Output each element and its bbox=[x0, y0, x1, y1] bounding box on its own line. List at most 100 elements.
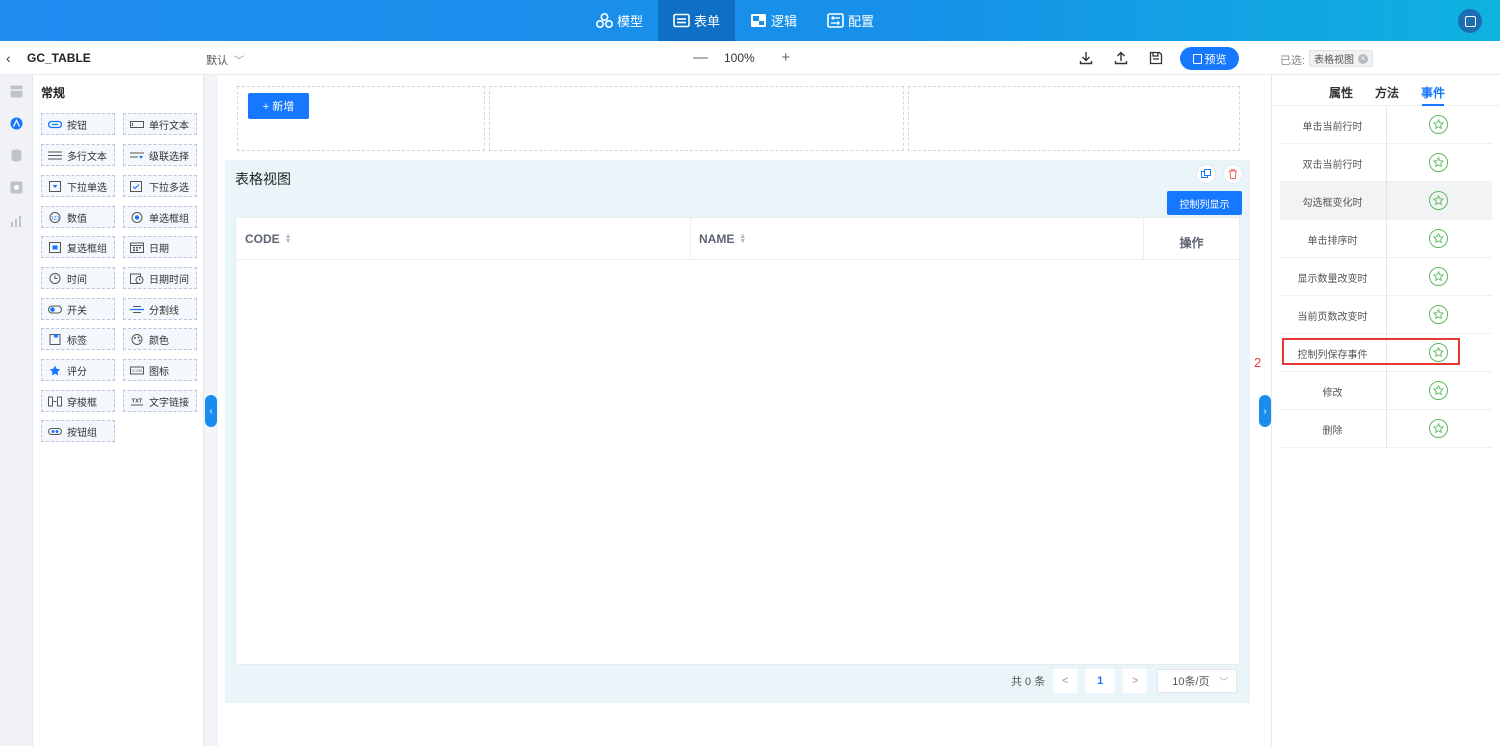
palette-item-button-group[interactable]: 按钮组 bbox=[41, 420, 115, 442]
delete-button[interactable] bbox=[1223, 164, 1243, 184]
event-divider bbox=[1386, 258, 1387, 296]
palette-item-label: 标签 bbox=[67, 335, 87, 347]
palette-item-time[interactable]: 时间 bbox=[41, 267, 115, 289]
event-row[interactable]: 勾选框变化时 bbox=[1280, 182, 1492, 220]
event-handler-icon[interactable] bbox=[1429, 381, 1448, 400]
column-header-name[interactable]: NAME ▲ ▼ bbox=[699, 218, 746, 260]
collapse-left-button[interactable]: ‹ bbox=[205, 395, 217, 427]
event-row[interactable]: 单击排序时 bbox=[1280, 220, 1492, 258]
palette-item-multi-line[interactable]: 多行文本 bbox=[41, 144, 115, 166]
component-icon[interactable] bbox=[10, 117, 23, 130]
palette-item-single-line[interactable]: 单行文本 bbox=[123, 113, 197, 135]
layout-slot[interactable] bbox=[489, 86, 904, 151]
sort-icon[interactable]: ▲ ▼ bbox=[285, 233, 292, 245]
palette-item-label: 开关 bbox=[67, 305, 87, 317]
nav-tab-config[interactable]: 配置 bbox=[812, 0, 889, 41]
palette-item-button[interactable]: 按钮 bbox=[41, 113, 115, 135]
nav-tab-logic[interactable]: 逻辑 bbox=[735, 0, 812, 41]
palette-item-label: 图标 bbox=[149, 366, 169, 378]
form-icon bbox=[673, 13, 690, 28]
radio-icon bbox=[131, 211, 143, 223]
palette-item-label: 按钮 bbox=[67, 120, 87, 132]
setting-icon[interactable] bbox=[10, 181, 23, 194]
nav-tab-form[interactable]: 表单 bbox=[658, 0, 736, 41]
event-handler-icon[interactable] bbox=[1429, 267, 1448, 286]
nav-tabs: 模型 表单 逻辑 配置 bbox=[581, 0, 889, 41]
square-icon bbox=[1464, 15, 1476, 27]
divider-icon bbox=[130, 305, 144, 313]
event-handler-icon[interactable] bbox=[1429, 229, 1448, 248]
page-number[interactable]: 1 bbox=[1085, 669, 1116, 693]
prev-page-button[interactable]: < bbox=[1053, 669, 1078, 693]
chart-icon[interactable] bbox=[10, 215, 23, 228]
table-title: 表格视图 bbox=[235, 171, 291, 187]
chevron-right-icon: › bbox=[1263, 405, 1267, 417]
tab-methods[interactable]: 方法 bbox=[1375, 84, 1399, 101]
upload-icon[interactable] bbox=[1114, 51, 1128, 65]
palette-item-select[interactable]: 下拉单选 bbox=[41, 175, 115, 197]
next-page-button[interactable]: > bbox=[1123, 669, 1148, 693]
nav-tab-label: 表单 bbox=[694, 14, 721, 29]
event-row[interactable]: 单击当前行时 bbox=[1280, 106, 1492, 144]
copy-button[interactable] bbox=[1196, 164, 1216, 184]
control-columns-button[interactable]: 控制列显示 bbox=[1167, 191, 1242, 215]
palette-item-divider[interactable]: 分割线 bbox=[123, 298, 197, 320]
event-handler-icon[interactable] bbox=[1429, 191, 1448, 210]
add-button[interactable]: + 新增 bbox=[248, 93, 309, 119]
chevron-down-icon: ﹀ bbox=[1219, 676, 1229, 687]
zoom-level: 100% bbox=[724, 50, 755, 65]
palette-item-radio[interactable]: 单选框组 bbox=[123, 206, 197, 228]
layout-slot[interactable]: + 新增 bbox=[237, 86, 485, 151]
tab-events[interactable]: 事件 bbox=[1421, 84, 1445, 101]
layout-icon[interactable] bbox=[10, 85, 23, 98]
window-button[interactable] bbox=[1458, 9, 1482, 33]
palette-item-rate[interactable]: 评分 bbox=[41, 359, 115, 381]
event-row[interactable]: 删除 bbox=[1280, 410, 1492, 448]
event-handler-icon[interactable] bbox=[1429, 419, 1448, 438]
palette-item-color[interactable]: 颜色 bbox=[123, 328, 197, 350]
event-handler-icon[interactable] bbox=[1429, 305, 1448, 324]
model-icon bbox=[596, 13, 613, 28]
palette-item-transfer[interactable]: 穿梭框 bbox=[41, 390, 115, 412]
back-icon[interactable]: ‹ bbox=[6, 50, 11, 66]
palette-item-datetime[interactable]: 日期时间 bbox=[123, 267, 197, 289]
version-select[interactable]: 默认 ﹀ bbox=[206, 52, 244, 68]
palette-item-tag[interactable]: 标签 bbox=[41, 328, 115, 350]
palette-item-icon[interactable]: ICON 图标 bbox=[123, 359, 197, 381]
palette-heading: 常规 bbox=[41, 86, 66, 100]
event-handler-icon[interactable] bbox=[1429, 115, 1448, 134]
sort-icon[interactable]: ▲ ▼ bbox=[739, 233, 746, 245]
download-icon[interactable] bbox=[1079, 51, 1093, 65]
palette-item-cascader[interactable]: 级联选择 bbox=[123, 144, 197, 166]
tab-properties[interactable]: 属性 bbox=[1329, 84, 1353, 101]
palette-item-checkbox[interactable]: 复选框组 bbox=[41, 236, 115, 258]
event-handler-icon[interactable] bbox=[1429, 153, 1448, 172]
collapse-right-button[interactable]: › bbox=[1259, 395, 1271, 427]
button-group-icon bbox=[48, 427, 62, 435]
palette-item-text-link[interactable]: TXT 文字链接 bbox=[123, 390, 197, 412]
preview-button[interactable]: 预览 bbox=[1180, 47, 1239, 70]
close-icon[interactable]: × bbox=[1358, 53, 1368, 64]
event-row[interactable]: 显示数量改变时 bbox=[1280, 258, 1492, 296]
palette-item-date[interactable]: 日期 bbox=[123, 236, 197, 258]
table-view-panel[interactable]: 表格视图 控制列显示 CODE ▲ ▼ NAME ▲ ▼ 操作 bbox=[225, 160, 1250, 703]
event-row[interactable]: 当前页数改变时 bbox=[1280, 296, 1492, 334]
preview-label: 预览 bbox=[1204, 53, 1227, 66]
save-icon[interactable] bbox=[1149, 51, 1163, 65]
palette-item-multi-select[interactable]: 下拉多选 bbox=[123, 175, 197, 197]
database-icon[interactable] bbox=[10, 149, 23, 162]
rate-icon bbox=[49, 365, 61, 375]
layout-slot[interactable] bbox=[908, 86, 1240, 151]
column-header-code[interactable]: CODE ▲ ▼ bbox=[245, 218, 292, 260]
zoom-out-button[interactable]: — bbox=[693, 49, 708, 66]
palette-item-switch[interactable]: 开关 bbox=[41, 298, 115, 320]
zoom-in-button[interactable]: + bbox=[779, 49, 793, 66]
palette-item-number[interactable]: 123 数值 bbox=[41, 206, 115, 228]
component-palette: 常规 按钮 单行文本 多行文本 级联选择 下拉单选 下拉多选 123 数值 单选框… bbox=[33, 75, 204, 746]
event-row[interactable]: 修改 bbox=[1280, 372, 1492, 410]
event-row[interactable]: 双击当前行时 bbox=[1280, 144, 1492, 182]
nav-tab-model[interactable]: 模型 bbox=[581, 0, 658, 41]
palette-item-label: 下拉单选 bbox=[67, 182, 107, 194]
page-size-select[interactable]: 10条/页 ﹀ bbox=[1157, 669, 1238, 693]
event-label: 单击排序时 bbox=[1307, 236, 1358, 247]
